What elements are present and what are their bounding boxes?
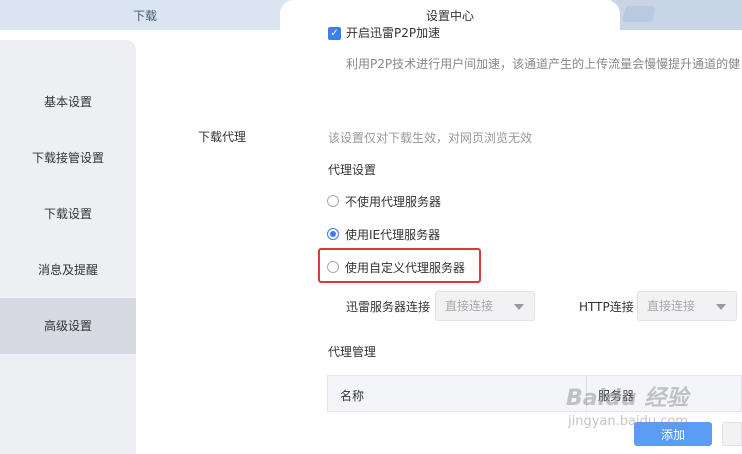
http-connection-select[interactable]: 直接连接: [637, 291, 737, 321]
sidebar-item-notifications[interactable]: 消息及提醒: [0, 242, 136, 298]
column-header-name[interactable]: 名称: [340, 387, 364, 404]
thunder-connection-select[interactable]: 直接连接: [435, 291, 535, 321]
http-connection-value: 直接连接: [647, 299, 696, 313]
tab-download[interactable]: 下载: [0, 0, 290, 30]
settings-sidebar: 基本设置 下载接管设置 下载设置 消息及提醒 高级设置: [0, 40, 136, 454]
thunder-connection-value: 直接连接: [445, 299, 494, 313]
watermark-url: jingyan.baidu.com: [568, 414, 688, 429]
new-tab-icon[interactable]: [622, 6, 656, 22]
proxy-note: 该设置仅对下载生效，对网页浏览无效: [328, 131, 533, 145]
sidebar-item-download-takeover[interactable]: 下载接管设置: [0, 130, 136, 186]
sidebar-item-basic[interactable]: 基本设置: [0, 74, 136, 130]
sidebar-item-advanced[interactable]: 高级设置: [0, 298, 136, 354]
watermark-logo: Baidu 经验: [566, 386, 689, 411]
p2p-label: 开启迅雷P2P加速: [346, 26, 441, 40]
radio-ie-proxy[interactable]: [327, 228, 339, 240]
proxy-management-title: 代理管理: [328, 345, 377, 359]
baidu-watermark: Baidu 经验 jingyan.baidu.com: [566, 380, 716, 440]
sidebar-item-download[interactable]: 下载设置: [0, 186, 136, 242]
radio-no-proxy[interactable]: [327, 195, 339, 207]
highlight-box: [318, 248, 481, 283]
thunder-connection-label: 迅雷服务器连接: [346, 300, 431, 314]
chevron-down-icon: [716, 304, 726, 310]
p2p-description: 利用P2P技术进行用户间加速，该通道产生的上传流量会慢慢提升通道的健: [346, 57, 741, 71]
chevron-down-icon: [514, 304, 524, 310]
radio-no-proxy-label[interactable]: 不使用代理服务器: [345, 193, 441, 210]
secondary-button[interactable]: [722, 422, 742, 446]
http-connection-label: HTTP连接: [579, 300, 634, 314]
p2p-checkbox[interactable]: ✓: [328, 27, 341, 40]
radio-ie-proxy-label[interactable]: 使用IE代理服务器: [345, 226, 440, 243]
proxy-settings-title: 代理设置: [328, 163, 377, 177]
download-proxy-label: 下载代理: [198, 130, 247, 144]
